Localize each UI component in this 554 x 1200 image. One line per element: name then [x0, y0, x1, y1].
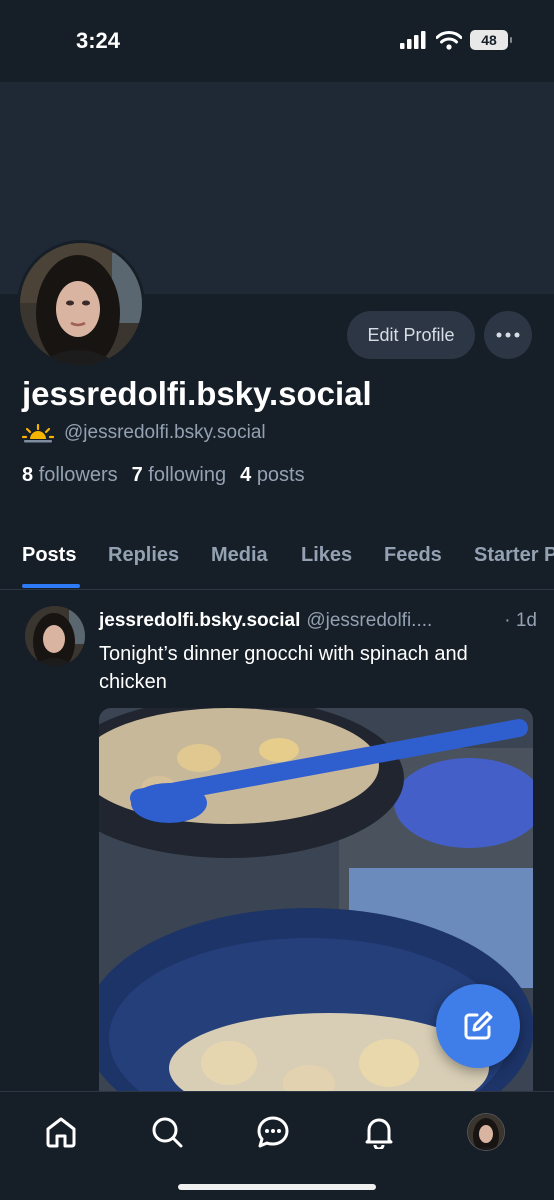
profile-avatar-small — [467, 1113, 505, 1151]
display-name: jessredolfi.bsky.social — [22, 375, 372, 412]
nav-notifications[interactable] — [359, 1112, 399, 1152]
post-handle[interactable]: @jessredolfi.... — [306, 610, 432, 632]
posts-stat: 4 posts — [240, 464, 305, 486]
nav-chat[interactable] — [253, 1112, 293, 1152]
followers-stat[interactable]: 8 followers — [22, 464, 118, 487]
chat-icon — [257, 1116, 289, 1148]
nav-search[interactable] — [147, 1112, 187, 1152]
search-icon — [152, 1117, 183, 1148]
tab-starter-packs[interactable]: Starter Packs — [474, 544, 554, 567]
bell-icon — [365, 1118, 393, 1149]
tab-replies[interactable]: Replies — [108, 544, 179, 567]
signal-icon — [400, 31, 426, 49]
more-icon — [496, 332, 520, 338]
tab-media[interactable]: Media — [211, 544, 268, 567]
profile-avatar[interactable] — [17, 240, 145, 368]
post-text: Tonight’s dinner gnocchi with spinach an… — [99, 643, 468, 693]
post-avatar[interactable] — [25, 606, 85, 666]
post-meta: jessredolfi.bsky.social @jessredolfi....… — [99, 610, 537, 632]
wifi-icon — [436, 30, 462, 50]
compose-button[interactable] — [436, 984, 520, 1068]
post-time: · 1d — [504, 610, 537, 631]
tab-posts[interactable]: Posts — [22, 544, 76, 567]
active-tab-indicator — [22, 584, 80, 588]
profile-stats: 8 followers 7 following 4 posts — [22, 464, 305, 487]
bottom-nav — [0, 1091, 554, 1200]
profile-tabs: Posts Replies Media Likes Feeds Starter … — [0, 528, 554, 590]
battery-icon: 48 — [470, 30, 512, 50]
home-indicator — [178, 1184, 376, 1190]
compose-icon — [464, 1011, 493, 1040]
nav-profile[interactable] — [466, 1112, 506, 1152]
edit-profile-button[interactable]: Edit Profile — [347, 311, 475, 359]
status-icons: 48 — [400, 30, 512, 50]
status-bar: 3:24 48 — [0, 0, 554, 82]
tab-likes[interactable]: Likes — [301, 544, 352, 567]
tab-feeds[interactable]: Feeds — [384, 544, 442, 567]
status-time: 3:24 — [76, 28, 121, 53]
more-options-button[interactable] — [484, 311, 532, 359]
nav-home[interactable] — [41, 1112, 81, 1152]
post-author[interactable]: jessredolfi.bsky.social — [99, 610, 300, 632]
sunrise-icon — [22, 423, 54, 443]
following-stat[interactable]: 7 following — [132, 464, 227, 487]
profile-handle: @jessredolfi.bsky.social — [64, 422, 266, 443]
home-icon — [46, 1117, 76, 1148]
handle-row: @jessredolfi.bsky.social — [22, 422, 266, 444]
